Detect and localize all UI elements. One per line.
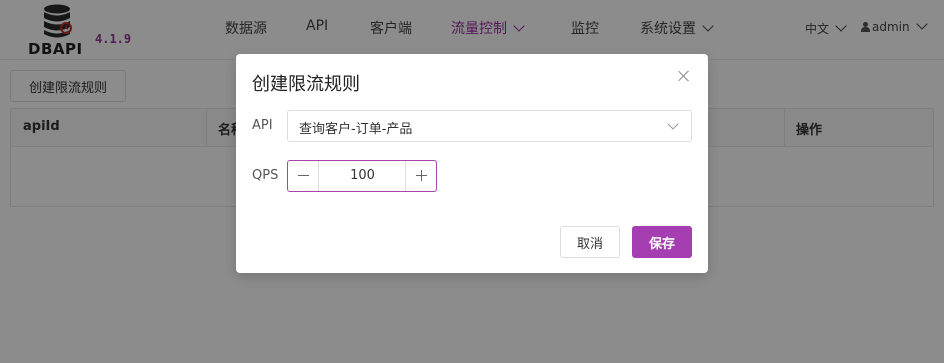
api-field-label: API xyxy=(252,118,273,133)
dialog-title: 创建限流规则 xyxy=(252,74,360,95)
qps-stepper[interactable]: 100 xyxy=(287,160,437,192)
save-button[interactable]: 保存 xyxy=(632,226,692,258)
create-rule-dialog: 创建限流规则 API 查询客户-订单-产品 QPS 100 取消 保存 xyxy=(236,54,708,273)
cancel-button[interactable]: 取消 xyxy=(560,226,620,258)
qps-field-label: QPS xyxy=(252,168,279,183)
decrement-icon[interactable] xyxy=(288,161,319,191)
close-icon[interactable] xyxy=(677,69,691,83)
chevron-down-icon xyxy=(667,118,679,130)
increment-icon[interactable] xyxy=(405,161,436,191)
qps-input[interactable]: 100 xyxy=(320,161,405,191)
api-select-value: 查询客户-订单-产品 xyxy=(299,122,413,137)
api-select[interactable]: 查询客户-订单-产品 xyxy=(287,110,692,142)
